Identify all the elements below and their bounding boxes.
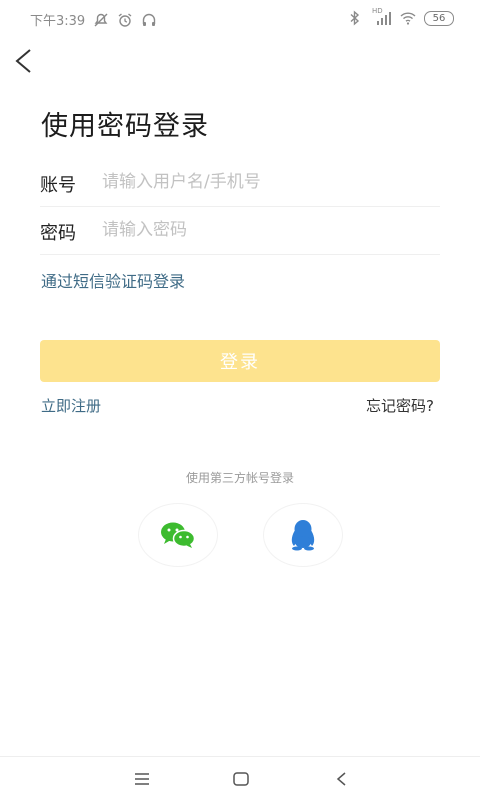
chevron-left-icon	[15, 49, 31, 73]
back-button[interactable]	[10, 46, 40, 76]
wifi-icon	[400, 10, 416, 26]
nav-home-button[interactable]	[231, 769, 251, 789]
nav-back-button[interactable]	[332, 769, 352, 789]
account-label: 账号	[40, 175, 76, 196]
alarm-icon	[117, 12, 133, 28]
forgot-password-link[interactable]: 忘记密码?	[366, 395, 434, 416]
sms-login-link[interactable]: 通过短信验证码登录	[41, 268, 185, 292]
register-link[interactable]: 立即注册	[41, 395, 101, 416]
page-title: 使用密码登录	[41, 111, 209, 142]
login-screen: 下午3:39 HD 56 使用密码登录 账号 请输入用户名/手机号 密码 通过短…	[0, 0, 480, 800]
wechat-login-button[interactable]	[138, 503, 218, 567]
password-input[interactable]	[102, 216, 432, 244]
mute-notification-icon	[93, 12, 109, 28]
login-button[interactable]: 登录	[40, 340, 440, 382]
status-right: HD 56	[348, 7, 454, 26]
nav-menu-button[interactable]	[132, 769, 152, 789]
qq-penguin-icon	[291, 520, 315, 551]
bluetooth-icon	[348, 10, 364, 26]
signal-hd-label: HD	[372, 7, 383, 15]
password-label: 密码	[40, 223, 76, 244]
account-input[interactable]	[102, 168, 432, 196]
status-bar: 下午3:39 HD 56	[0, 0, 480, 38]
back-triangle-icon	[336, 772, 346, 786]
menu-icon	[135, 773, 149, 785]
password-field-row: 密码	[40, 210, 440, 255]
system-navigation-bar	[0, 756, 480, 800]
status-left: 下午3:39	[30, 10, 157, 29]
home-square-icon	[233, 772, 249, 786]
third-party-login-label: 使用第三方帐号登录	[185, 471, 294, 485]
status-time: 下午3:39	[30, 14, 86, 29]
cellular-signal-icon: HD	[372, 7, 392, 26]
battery-indicator: 56	[424, 10, 454, 26]
wechat-icon	[161, 522, 196, 548]
qq-login-button[interactable]	[263, 503, 343, 567]
headphones-icon	[141, 12, 157, 28]
account-field-row: 账号	[40, 162, 440, 207]
